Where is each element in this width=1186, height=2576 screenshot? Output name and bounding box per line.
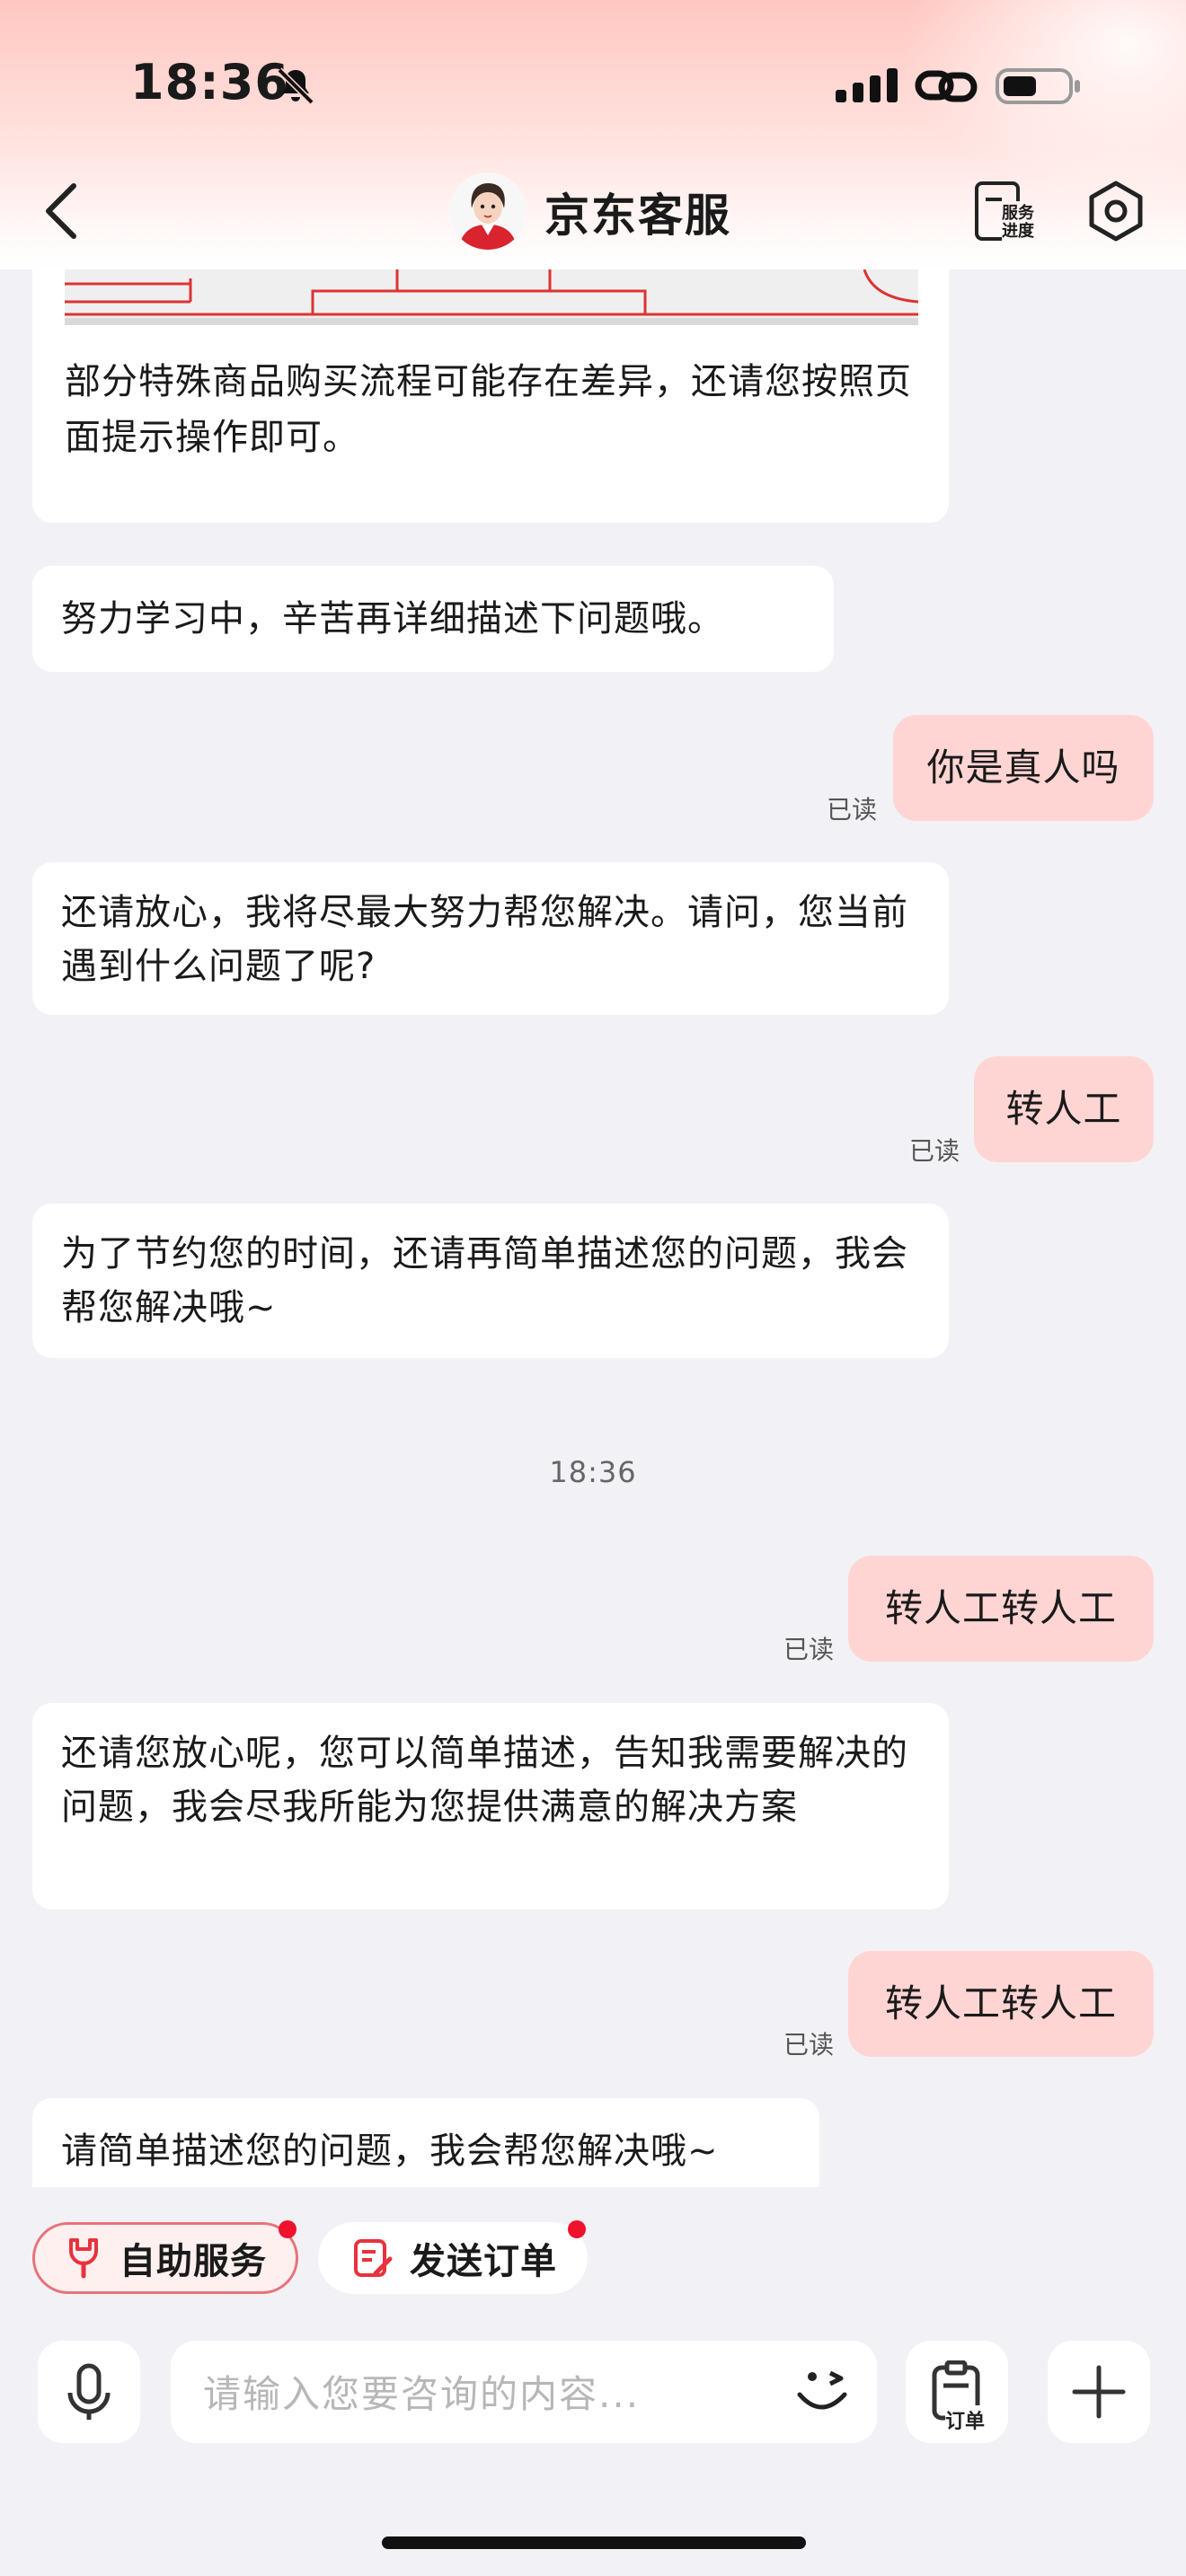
edit-order-icon — [354, 2239, 393, 2277]
self-service-button[interactable]: 自助服务 — [32, 2222, 298, 2294]
back-arrow-icon[interactable] — [36, 175, 86, 247]
message-bubble-right: 转人工转人工 — [848, 1951, 1154, 2057]
microphone-icon — [67, 2363, 111, 2420]
status-time: 18:36 — [130, 54, 289, 110]
more-button[interactable] — [1048, 2341, 1150, 2443]
chat-scroll-area[interactable]: 部分特殊商品购买流程可能存在差异，还请您按照页面提示操作即可。 努力学习中，辛苦… — [0, 269, 1186, 2187]
self-service-label: 自助服务 — [119, 2241, 267, 2282]
send-order-label: 发送订单 — [410, 2241, 557, 2282]
page-title: 京东客服 — [544, 190, 731, 242]
message-bubble-left: 请简单描述您的问题，我会帮您解决哦~ — [32, 2098, 819, 2187]
send-order-button[interactable]: 发送订单 — [318, 2222, 588, 2294]
notification-dot — [279, 2220, 296, 2238]
notification-dot — [568, 2220, 586, 2238]
message-bubble-left: 还请放心，我将尽最大努力帮您解决。请问，您当前遇到什么问题了呢? — [32, 862, 949, 1015]
order-button-label: 订单 — [945, 2405, 986, 2434]
cellular-signal-icon — [836, 68, 898, 102]
settings-hexagon-icon[interactable] — [1083, 178, 1149, 244]
service-progress-label: 服务 进度 — [1002, 204, 1034, 241]
message-input[interactable]: 请输入您要咨询的内容... — [171, 2341, 877, 2443]
read-status: 已读 — [827, 795, 878, 825]
message-bubble-left: 努力学习中，辛苦再详细描述下问题哦。 — [32, 566, 834, 672]
chat-timestamp: 18:36 — [549, 1455, 637, 1489]
read-status: 已读 — [909, 1136, 960, 1166]
message-bubble-left: 部分特殊商品购买流程可能存在差异，还请您按照页面提示操作即可。 — [32, 269, 949, 523]
emoji-icon[interactable] — [791, 2360, 855, 2425]
read-status: 已读 — [783, 2030, 835, 2060]
message-bubble-left: 还请您放心呢，您可以简单描述，告知我需要解决的问题，我会尽我所能为您提供满意的解… — [32, 1703, 949, 1910]
link-icon — [915, 70, 978, 102]
service-progress-button[interactable]: 服务 进度 — [975, 178, 1038, 243]
order-button[interactable]: 订单 — [906, 2341, 1008, 2443]
message-bubble-left: 为了节约您的时间，还请再简单描述您的问题，我会帮您解决哦~ — [32, 1204, 949, 1358]
read-status: 已读 — [783, 1635, 835, 1664]
message-bubble-right: 转人工 — [974, 1056, 1154, 1162]
message-bubble-right: 你是真人吗 — [893, 715, 1154, 821]
home-indicator[interactable] — [382, 2536, 806, 2549]
battery-icon — [996, 68, 1080, 104]
message-input-placeholder: 请输入您要咨询的内容... — [203, 2372, 641, 2416]
agent-avatar — [449, 172, 527, 250]
message-image — [65, 269, 919, 325]
message-bubble-right: 转人工转人工 — [848, 1556, 1154, 1662]
message-text: 部分特殊商品购买流程可能存在差异，还请您按照页面提示操作即可。 — [65, 361, 912, 458]
wrench-icon — [69, 2238, 98, 2279]
voice-input-button[interactable] — [38, 2341, 140, 2443]
bell-muted-icon — [277, 67, 314, 105]
plus-icon — [1072, 2365, 1126, 2419]
